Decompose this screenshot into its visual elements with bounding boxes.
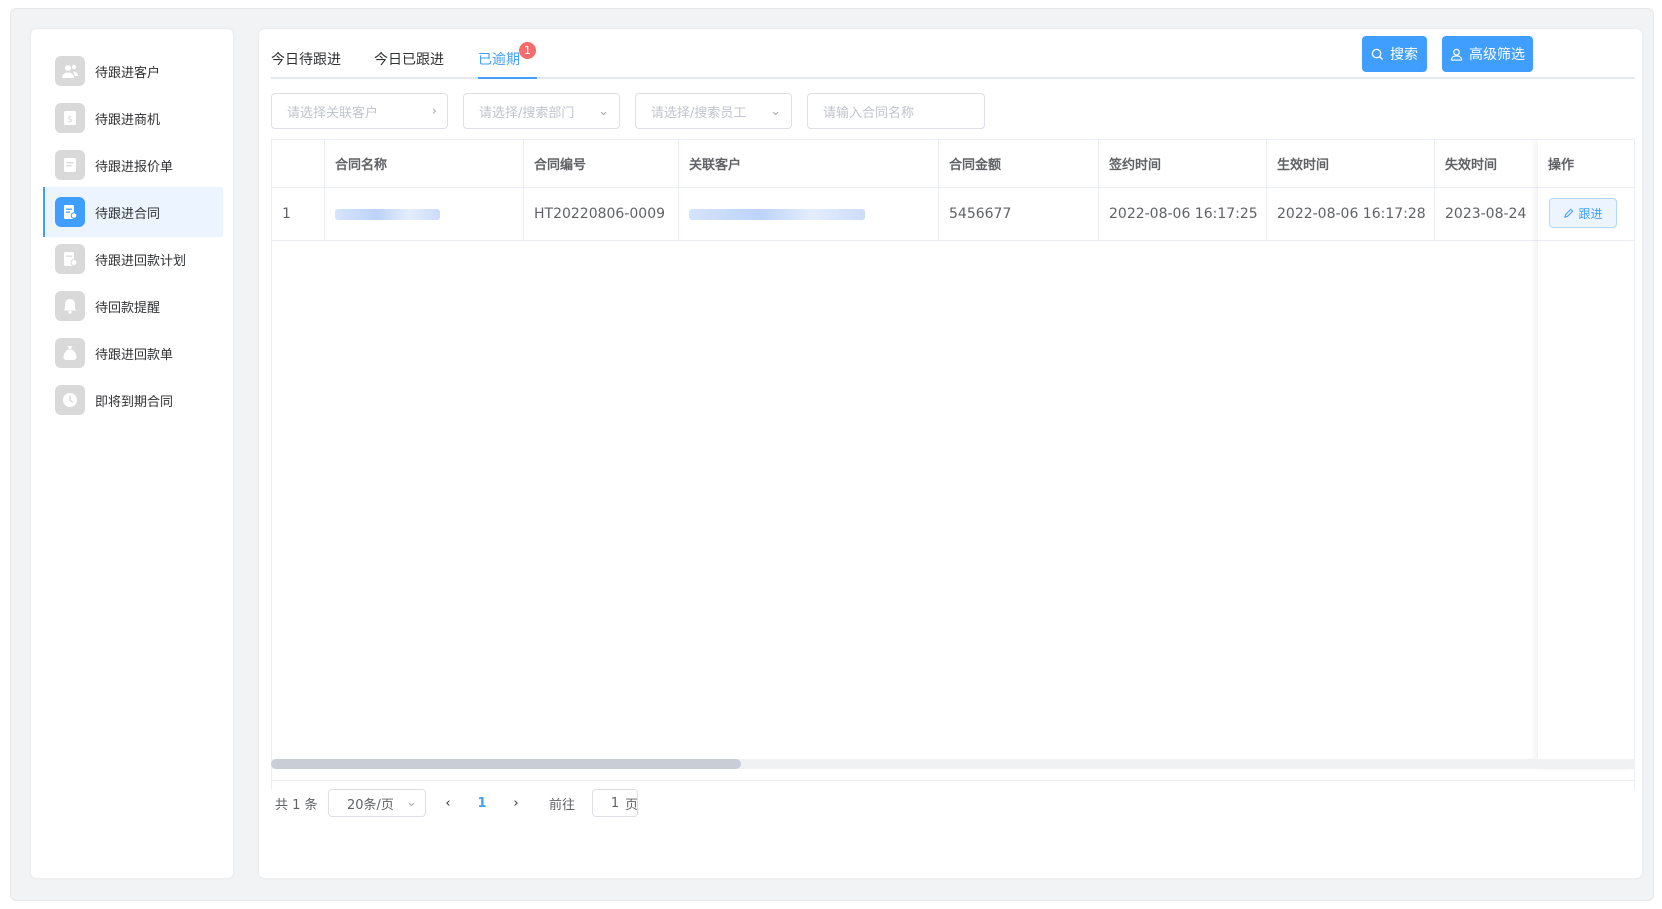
bell-icon [55, 291, 85, 321]
column-header-effective-time[interactable]: 生效时间 [1267, 140, 1435, 188]
sidebar-item-label: 即将到期合同 [95, 394, 174, 410]
redacted-customer-name [689, 208, 865, 220]
sidebar-item-label: 待回款提醒 [95, 300, 161, 316]
column-header-index [272, 140, 325, 188]
chevron-right-icon: › [513, 795, 519, 811]
column-header-sign-time[interactable]: 签约时间 [1099, 140, 1267, 188]
table-cell-sign-time: 2022-08-06 16:17:25 [1099, 188, 1267, 241]
table-cell-index: 1 [272, 188, 325, 241]
redacted-contract-name [335, 208, 440, 220]
contract-table: 合同名称 合同编号 关联客户 合同金额 签约时间 生效时间 失效时间 1 HT2… [271, 139, 1635, 789]
column-header-amount[interactable]: 合同金额 [939, 140, 1099, 188]
tab-overdue-label: 已逾期 [478, 52, 520, 68]
scrollbar-thumb[interactable] [271, 759, 741, 769]
goto-label: 前往 [549, 798, 576, 813]
tab-overdue[interactable]: 已逾期 1 [478, 42, 537, 79]
prev-page-button[interactable]: ‹ [436, 789, 460, 817]
table-cell-contract-no: HT20220806-0009 [524, 188, 679, 241]
quote-icon [55, 150, 85, 180]
advanced-filter-button[interactable]: 高级筛选 [1442, 36, 1533, 72]
horizontal-scrollbar[interactable] [271, 759, 1635, 769]
table-cell-effective-time: 2022-08-06 16:17:28 [1267, 188, 1435, 241]
total-count: 共 1 条 [275, 798, 318, 813]
chevron-down-icon: ⌄ [406, 795, 417, 810]
page-unit-label: 页 [625, 798, 639, 813]
contract-icon [55, 197, 85, 227]
column-header-contract-no[interactable]: 合同编号 [524, 140, 679, 188]
table-cell-expire-time: 2023-08-24 [1435, 188, 1540, 241]
sidebar-item-label: 待跟进客户 [95, 65, 161, 81]
sidebar-item-label: 待跟进回款单 [95, 347, 174, 363]
sidebar-item-label: 待跟进合同 [95, 206, 161, 222]
sidebar-item-label: 待跟进回款计划 [95, 253, 187, 269]
sidebar-item-pending-payment-plan[interactable]: 待跟进回款计划 [43, 234, 223, 284]
chevron-down-icon: ⌄ [770, 104, 781, 119]
main-panel: 今日待跟进 今日已跟进 已逾期 1 搜索 高级筛选 请选择关联客户 › 请选择/… [259, 29, 1642, 878]
pagination: 共 1 条 20条/页 ⌄ ‹ 1 › 前往 页 [271, 780, 1635, 820]
search-icon [1371, 48, 1384, 60]
user-icon [1450, 48, 1463, 61]
overdue-count-badge: 1 [519, 42, 536, 59]
contract-name-input[interactable]: 请输入合同名称 [807, 93, 985, 129]
page-size-select[interactable]: 20条/页 ⌄ [328, 789, 426, 817]
column-header-contract-name[interactable]: 合同名称 [325, 140, 524, 188]
edit-icon [1564, 208, 1574, 218]
tab-today-pending[interactable]: 今日待跟进 [271, 49, 341, 79]
sidebar-item-label: 待跟进商机 [95, 112, 161, 128]
table-cell-contract-name[interactable] [325, 188, 524, 241]
sidebar-item-expiring-contract[interactable]: 即将到期合同 [43, 375, 223, 425]
clock-icon [55, 385, 85, 415]
fixed-action-column: 操作 跟进 [1538, 140, 1634, 768]
sidebar-item-payment-reminder[interactable]: 待回款提醒 [43, 281, 223, 331]
customer-icon [55, 56, 85, 86]
tab-today-followed[interactable]: 今日已跟进 [374, 49, 444, 79]
opportunity-icon: $ [55, 103, 85, 133]
table-cell-customer[interactable] [679, 188, 939, 241]
department-select[interactable]: 请选择/搜索部门 ⌄ [463, 93, 620, 129]
sidebar-item-label: 待跟进报价单 [95, 159, 174, 175]
follow-up-button[interactable]: 跟进 [1549, 198, 1617, 228]
sidebar-item-pending-customer[interactable]: 待跟进客户 [43, 46, 223, 96]
employee-select[interactable]: 请选择/搜索员工 ⌄ [635, 93, 792, 129]
table-cell-amount: 5456677 [939, 188, 1099, 241]
payment-plan-icon [55, 244, 85, 274]
customer-cascader[interactable]: 请选择关联客户 › [271, 93, 448, 129]
column-header-action: 操作 [1538, 140, 1634, 188]
svg-text:$: $ [67, 115, 73, 125]
sidebar: 待跟进客户 $ 待跟进商机 待跟进报价单 待跟进合同 待跟进回款计划 待回款提醒… [31, 29, 233, 878]
sidebar-item-pending-receipt[interactable]: 待跟进回款单 [43, 328, 223, 378]
chevron-right-icon: › [431, 104, 437, 119]
column-header-customer[interactable]: 关联客户 [679, 140, 939, 188]
search-button[interactable]: 搜索 [1362, 36, 1427, 72]
tab-bar: 今日待跟进 今日已跟进 已逾期 1 [271, 41, 1635, 79]
chevron-down-icon: ⌄ [598, 104, 609, 119]
page-number-current[interactable]: 1 [470, 789, 494, 817]
column-header-expire-time[interactable]: 失效时间 [1435, 140, 1540, 188]
sidebar-item-pending-opportunity[interactable]: $ 待跟进商机 [43, 93, 223, 143]
chevron-left-icon: ‹ [445, 795, 451, 811]
sidebar-item-pending-quote[interactable]: 待跟进报价单 [43, 140, 223, 190]
money-bag-icon [55, 338, 85, 368]
next-page-button[interactable]: › [504, 789, 528, 817]
sidebar-item-pending-contract[interactable]: 待跟进合同 [43, 187, 223, 237]
